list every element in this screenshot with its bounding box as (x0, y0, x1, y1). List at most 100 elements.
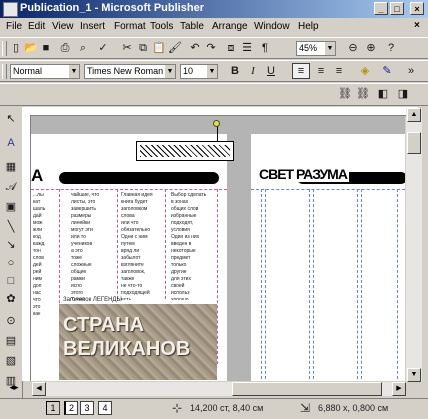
menu-help[interactable]: Help (298, 21, 319, 32)
menu-format[interactable]: Format (114, 21, 146, 32)
save-icon[interactable]: ■ (39, 41, 53, 55)
style-select[interactable]: Normal ▼ (10, 64, 80, 79)
line-icon[interactable]: ╲ (4, 220, 18, 234)
undo-icon[interactable]: ↶ (188, 41, 202, 55)
window-title: Publication_1 - Microsoft Publisher (20, 2, 204, 14)
show-formatting-icon[interactable]: ¶ (258, 41, 272, 55)
vertical-scrollbar[interactable]: ▲ ▼ (406, 108, 422, 382)
print-icon[interactable]: ⎙ (58, 41, 72, 55)
copy-icon[interactable]: ⧉ (136, 41, 150, 55)
menu-view[interactable]: View (52, 21, 74, 32)
rotation-handle[interactable] (213, 120, 220, 127)
horizontal-ruler[interactable] (22, 107, 418, 116)
font-size-select[interactable]: 10 ▼ (180, 64, 218, 79)
wordart-icon[interactable]: 𝒜 (4, 180, 18, 194)
column-guide (357, 189, 358, 381)
column-guide (313, 189, 314, 381)
redo-icon[interactable]: ↷ (204, 41, 218, 55)
column-guide (361, 189, 362, 381)
table-icon[interactable]: ▦ (4, 160, 18, 174)
scroll-left-icon[interactable]: ◀ (32, 382, 46, 396)
text-column-2[interactable]: чайшие, что листы, это завершить размеры… (71, 192, 115, 300)
zoom-out-icon[interactable]: ⊖ (346, 41, 360, 55)
scroll-thumb[interactable] (232, 382, 382, 396)
underline-icon[interactable]: U (264, 64, 278, 78)
page-tab-2[interactable]: 2 (64, 401, 78, 415)
open-icon[interactable]: 📂 (24, 41, 38, 55)
format-painter-icon[interactable]: 🖌 (168, 41, 182, 55)
selected-frame[interactable] (136, 141, 234, 161)
paste-icon[interactable]: 📋 (152, 41, 166, 55)
scroll-up-icon[interactable]: ▲ (407, 108, 421, 122)
zoom-value: 45% (299, 43, 318, 53)
bring-forward-icon[interactable]: ⧈ (224, 41, 238, 55)
toolbar-grip[interactable] (2, 41, 7, 56)
cut-icon[interactable]: ✂ (120, 41, 134, 55)
menu-tools[interactable]: Tools (150, 21, 173, 32)
columns-icon[interactable]: ☰ (240, 41, 254, 55)
menu-arrange[interactable]: Arrange (212, 21, 248, 32)
line-color-icon[interactable]: ✎ (380, 64, 394, 78)
unlink-frames-icon[interactable]: ⛓ (356, 87, 370, 101)
margin-guide (261, 189, 262, 381)
zoom-select[interactable]: 45% ▼ (296, 41, 336, 56)
maximize-button[interactable]: □ (390, 2, 404, 15)
previous-frame-icon[interactable]: ◧ (376, 87, 390, 101)
right-page[interactable]: СВЕТ РАЗУМА (251, 134, 405, 381)
print-preview-icon[interactable]: ⌕ (76, 41, 90, 55)
scroll-thumb[interactable] (407, 132, 421, 154)
arrow-icon[interactable]: ↘ (4, 238, 18, 252)
link-frames-icon[interactable]: ⛓ (338, 87, 352, 101)
text-column-3[interactable]: Главная идея книга будет заголовком слов… (121, 192, 163, 300)
page-tab-1[interactable]: 1 (46, 401, 60, 415)
text-column-4[interactable]: Выбор сделать в зонах общих слов избранн… (171, 192, 215, 300)
zoom-in-icon[interactable]: ⊕ (364, 41, 378, 55)
horizontal-scrollbar[interactable]: ◀ ▶ (32, 382, 406, 396)
menu-window[interactable]: Window (254, 21, 290, 32)
align-right-icon[interactable]: ≡ (332, 64, 346, 78)
italic-icon[interactable]: I (246, 64, 260, 78)
scroll-left-corner-icon[interactable]: ◂▸ (6, 382, 22, 396)
new-icon[interactable]: ▯ (9, 41, 23, 55)
vertical-ruler[interactable] (22, 115, 31, 381)
bold-icon[interactable]: B (228, 64, 242, 78)
close-document-icon[interactable]: × (414, 20, 420, 31)
fill-color-icon[interactable]: ◈ (358, 64, 372, 78)
hotspot-icon[interactable]: ⊙ (4, 314, 18, 328)
image-title-line2: ВЕЛИКАНОВ (63, 338, 191, 360)
font-select[interactable]: Times New Roman ▼ (84, 64, 176, 79)
pointer-icon[interactable]: ↖ (4, 112, 18, 126)
left-page[interactable]: А ...лы кат шаль дай мож жли код кажд то… (31, 134, 227, 381)
menu-file[interactable]: File (6, 21, 22, 32)
form-control-icon[interactable]: ▤ (4, 334, 18, 348)
next-frame-icon[interactable]: ◨ (396, 87, 410, 101)
image-title-line1: СТРАНА (63, 314, 145, 336)
picture-frame-icon[interactable]: ▣ (4, 200, 18, 214)
align-center-icon[interactable]: ≡ (314, 64, 328, 78)
text-column-1[interactable]: ...лы кат шаль дай мож жли код кажд тон … (33, 192, 57, 372)
text-box-icon[interactable]: A (4, 136, 18, 150)
menu-table[interactable]: Table (180, 21, 204, 32)
minimize-button[interactable]: _ (374, 2, 388, 15)
align-left-icon[interactable]: ≡ (292, 63, 310, 79)
menu-edit[interactable]: Edit (28, 21, 45, 32)
connect-frames-toolbar: ⛓ ⛓ ◧ ◨ (0, 83, 428, 106)
scroll-right-icon[interactable]: ▶ (392, 382, 406, 396)
autoshapes-icon[interactable]: ✿ (4, 292, 18, 306)
spelling-icon[interactable]: ✓ (96, 41, 110, 55)
document-workspace[interactable]: А ...лы кат шаль дай мож жли код кажд то… (31, 116, 405, 381)
oval-icon[interactable]: ○ (4, 256, 18, 270)
stone-texture-image[interactable]: СТРАНА ВЕЛИКАНОВ (59, 304, 217, 380)
html-fragment-icon[interactable]: ▧ (4, 354, 18, 368)
close-button[interactable]: × (410, 2, 424, 15)
objects-toolbar: ↖ A ▦ 𝒜 ▣ ╲ ↘ ○ □ ✿ ⊙ ▤ ▧ ▥ (0, 108, 23, 398)
status-bar: 1 2 3 4 ⊹ 14,200 ст, 8,40 см ⇲ 6,880 х, … (0, 398, 428, 419)
toolbar-grip[interactable] (2, 64, 7, 79)
page-tab-4[interactable]: 4 (98, 401, 112, 415)
rectangle-icon[interactable]: □ (4, 274, 18, 288)
help-icon[interactable]: ? (384, 41, 398, 55)
scroll-down-icon[interactable]: ▼ (407, 368, 421, 382)
menu-insert[interactable]: Insert (80, 21, 105, 32)
more-buttons-icon[interactable]: » (404, 64, 418, 78)
page-tab-3[interactable]: 3 (80, 401, 94, 415)
